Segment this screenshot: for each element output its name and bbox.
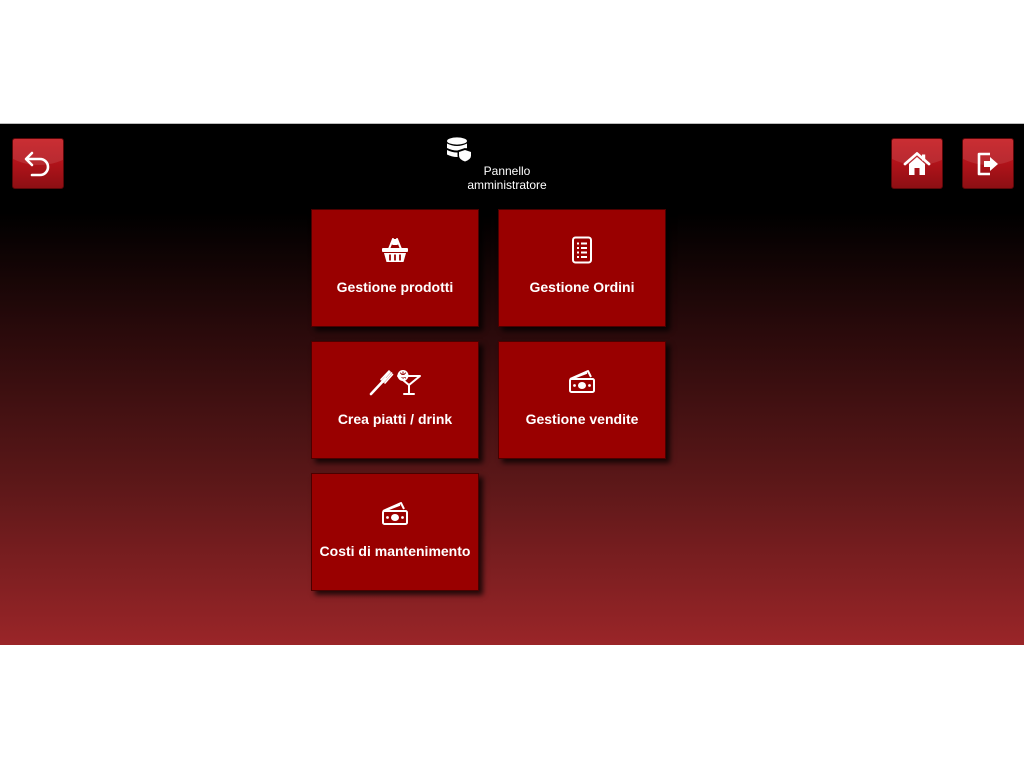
- tile-gestione-ordini[interactable]: Gestione Ordini: [498, 209, 666, 327]
- logout-icon: [977, 152, 998, 175]
- tile-label: Costi di mantenimento: [319, 543, 471, 559]
- page-title: Pannello amministratore: [467, 164, 547, 192]
- back-button[interactable]: [12, 138, 64, 189]
- tile-crea-piatti-drink[interactable]: Crea piatti / drink: [311, 341, 479, 459]
- basket-icon: [382, 238, 408, 262]
- admin-panel-header: Pannello amministratore: [440, 136, 574, 196]
- tile-label: Crea piatti / drink: [337, 411, 453, 427]
- money-icon: [569, 370, 595, 393]
- database-shield-icon: [447, 137, 473, 163]
- undo-arrow-icon: [24, 151, 50, 176]
- tile-costi-di-mantenimento[interactable]: Costi di mantenimento: [311, 473, 479, 591]
- home-icon: [903, 151, 931, 175]
- tile-label: Gestione prodotti: [336, 279, 454, 295]
- fork-cocktail-icon: [369, 370, 421, 396]
- money-icon: [382, 502, 408, 525]
- app-window: Pannello amministratore Gestione prodott…: [0, 123, 1024, 645]
- tile-label: Gestione Ordini: [529, 279, 635, 295]
- tile-label: Gestione vendite: [525, 411, 639, 427]
- list-document-icon: [572, 236, 592, 264]
- tile-gestione-vendite[interactable]: Gestione vendite: [498, 341, 666, 459]
- logout-button[interactable]: [962, 138, 1014, 189]
- tile-gestione-prodotti[interactable]: Gestione prodotti: [311, 209, 479, 327]
- home-button[interactable]: [891, 138, 943, 189]
